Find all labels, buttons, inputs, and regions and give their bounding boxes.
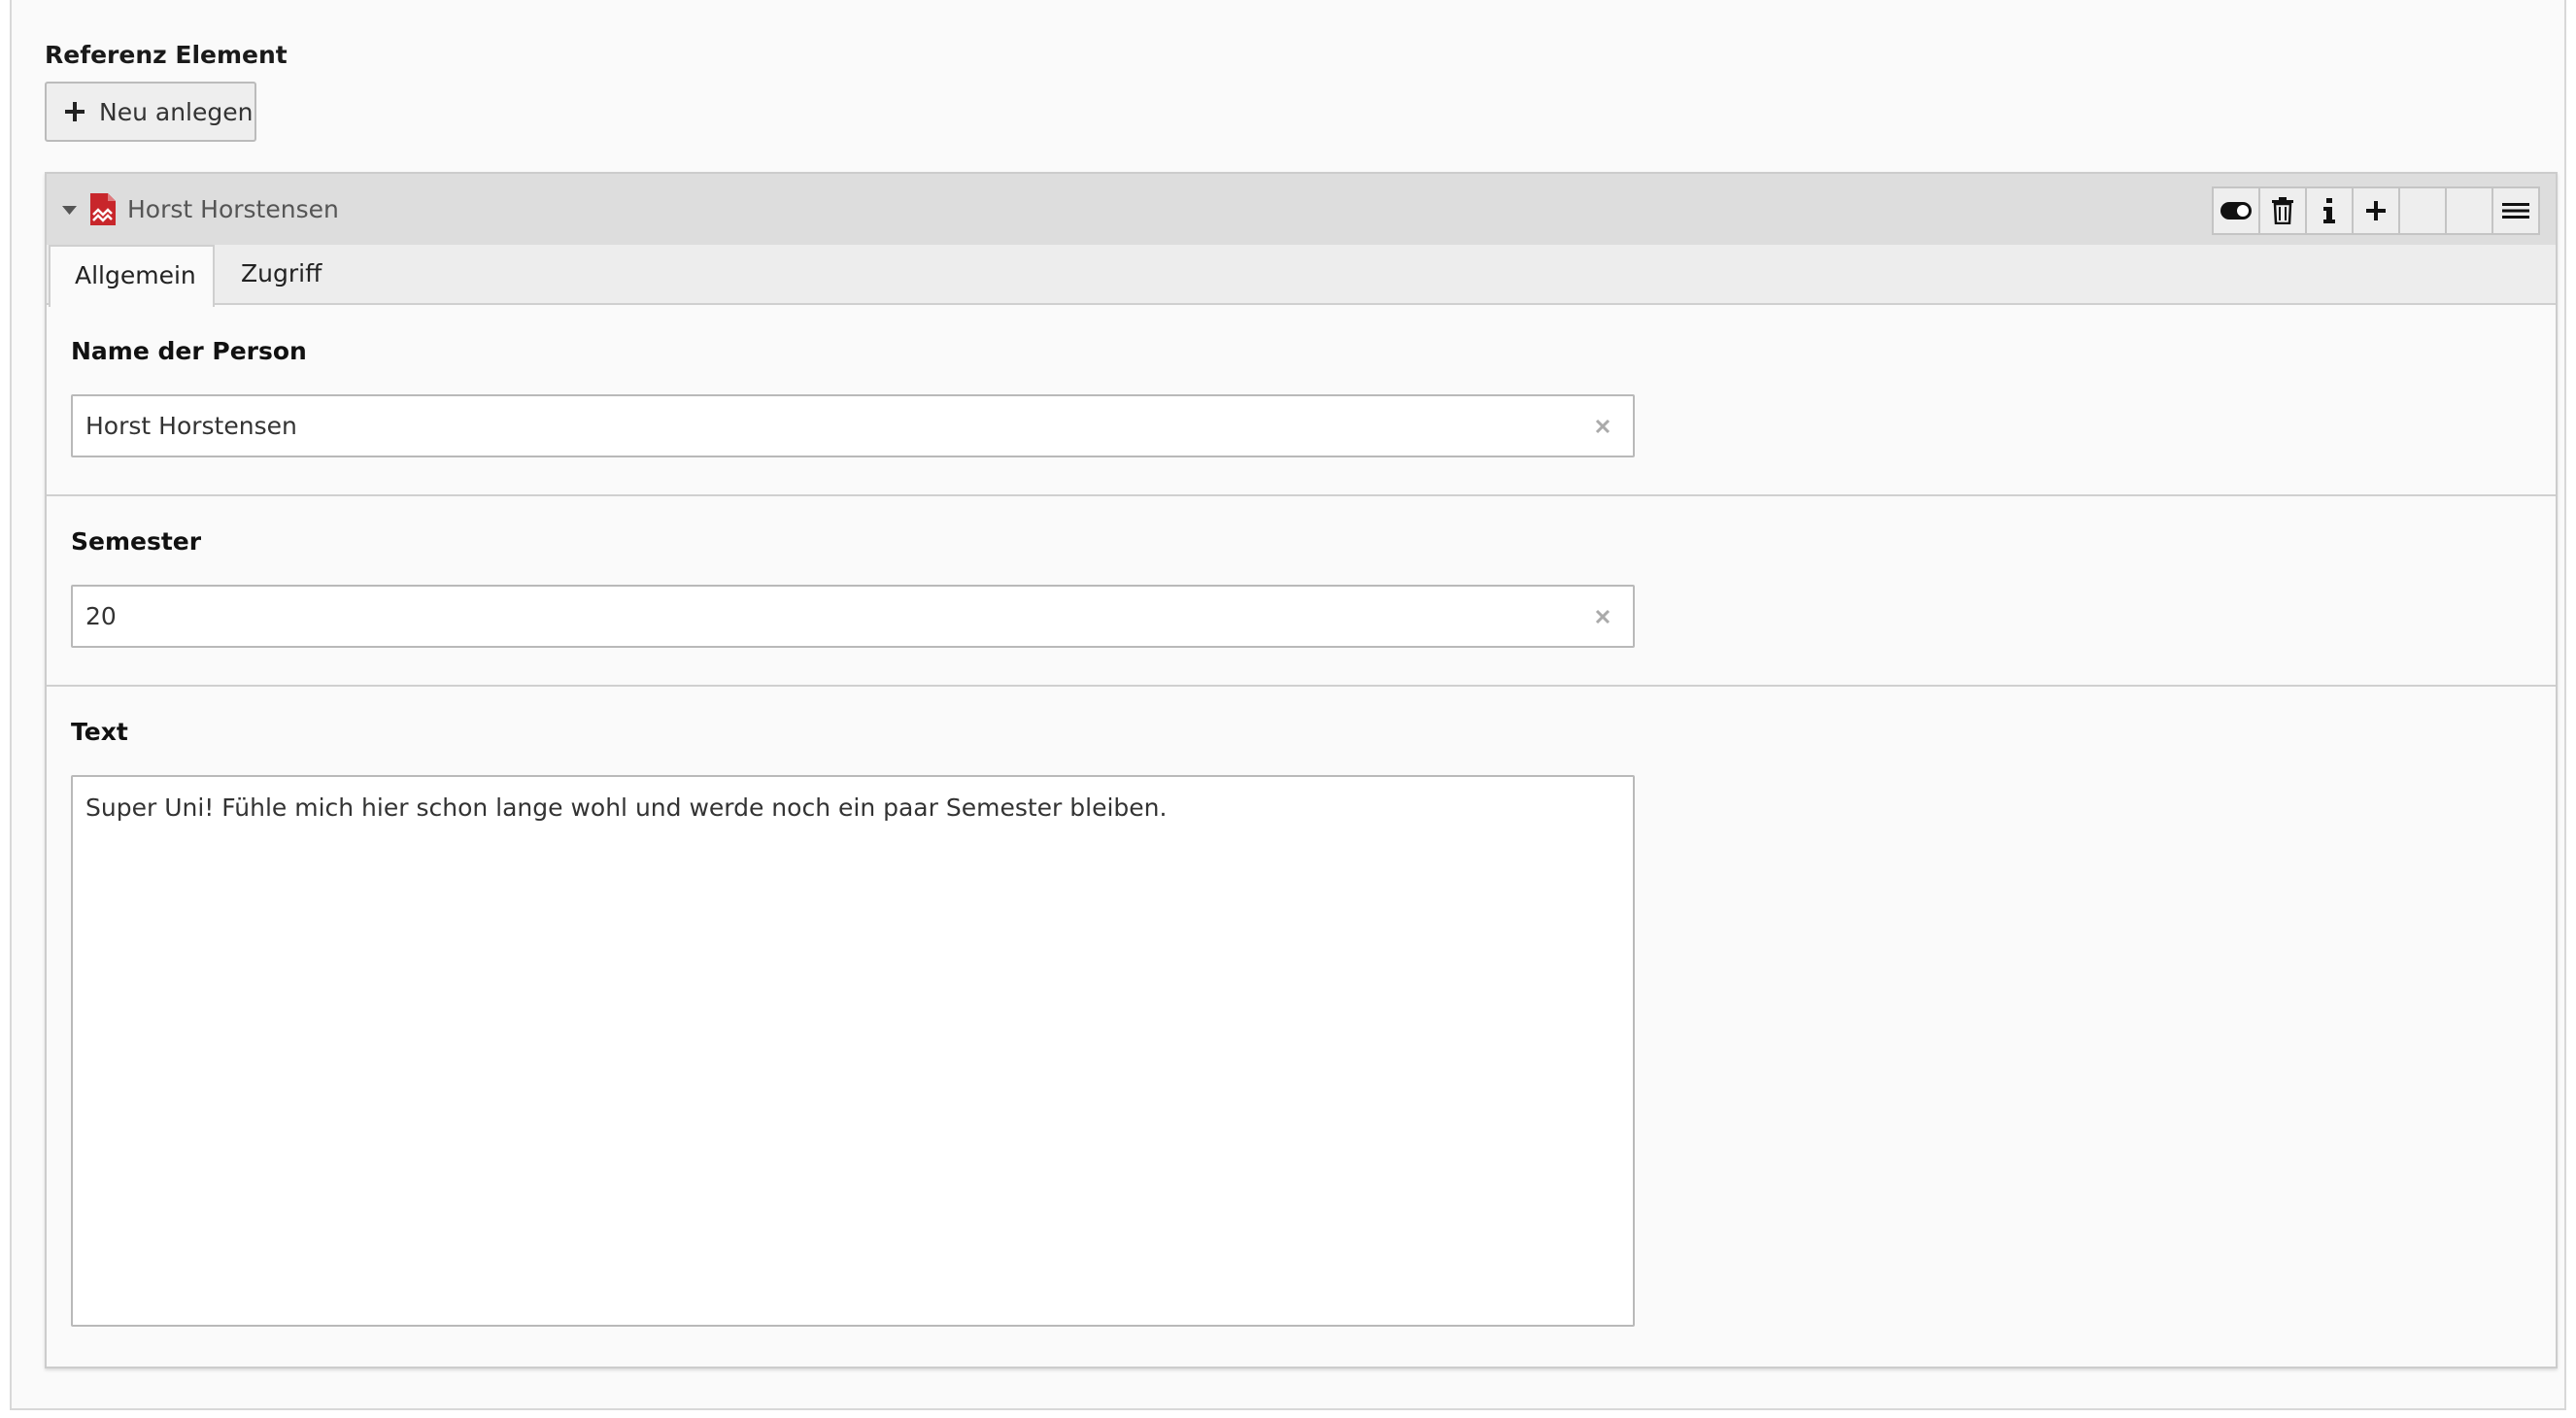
- move-up-button[interactable]: [2398, 186, 2447, 235]
- field-semester-section: Semester 20: [47, 496, 2556, 687]
- form-container: Referenz Element Neu anlegen Horst Horst…: [10, 0, 2566, 1410]
- name-label: Name der Person: [71, 337, 307, 365]
- info-icon: [2323, 198, 2335, 223]
- drag-handle-button[interactable]: [2491, 186, 2540, 235]
- section-label: Referenz Element: [45, 41, 288, 69]
- semester-input[interactable]: 20: [71, 585, 1635, 648]
- new-record-button[interactable]: Neu anlegen: [45, 82, 256, 142]
- tab-zugriff[interactable]: Zugriff: [241, 245, 387, 305]
- semester-input-value: 20: [85, 602, 117, 630]
- inline-record-panel: Horst Horstensen Allgemein Zugriff Name …: [45, 172, 2558, 1368]
- tab-allgemein[interactable]: Allgemein: [49, 245, 215, 307]
- name-input-value: Horst Horstensen: [85, 412, 297, 440]
- delete-button[interactable]: [2258, 186, 2307, 235]
- add-icon: [2366, 201, 2386, 220]
- collapse-caret-icon[interactable]: [62, 206, 77, 215]
- name-input[interactable]: Horst Horstensen: [71, 394, 1635, 457]
- new-record-button-label: Neu anlegen: [99, 97, 254, 126]
- clear-icon[interactable]: [1594, 418, 1611, 435]
- record-controls: [2212, 186, 2540, 235]
- record-header[interactable]: Horst Horstensen: [47, 174, 2556, 245]
- toggle-visibility-icon: [2220, 202, 2252, 219]
- add-after-button[interactable]: [2352, 186, 2400, 235]
- text-label: Text: [71, 718, 128, 746]
- field-text-section: Text Super Uni! Fühle mich hier schon la…: [47, 687, 2556, 1367]
- clear-icon[interactable]: [1594, 608, 1611, 625]
- info-button[interactable]: [2305, 186, 2354, 235]
- drag-handle-icon: [2502, 203, 2529, 219]
- plus-icon: [65, 102, 85, 121]
- move-down-button[interactable]: [2445, 186, 2493, 235]
- field-name-section: Name der Person Horst Horstensen: [47, 305, 2556, 496]
- text-textarea[interactable]: Super Uni! Fühle mich hier schon lange w…: [71, 775, 1635, 1327]
- tab-bar: Allgemein Zugriff: [47, 245, 2556, 307]
- semester-label: Semester: [71, 527, 202, 556]
- delete-icon: [2272, 197, 2293, 224]
- content-element-icon: [90, 193, 116, 225]
- toggle-visibility-button[interactable]: [2212, 186, 2260, 235]
- record-title[interactable]: Horst Horstensen: [127, 193, 339, 225]
